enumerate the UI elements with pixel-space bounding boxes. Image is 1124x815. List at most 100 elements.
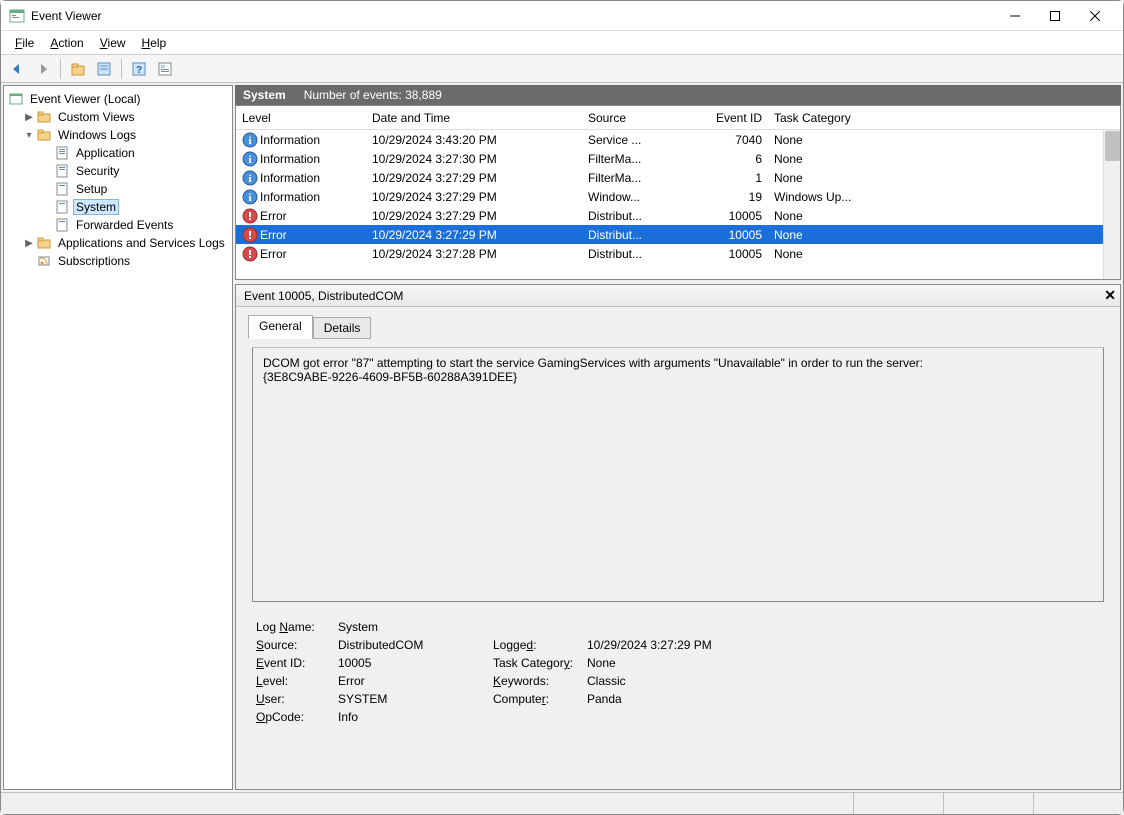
expand-icon[interactable]: ▶ (22, 112, 36, 123)
error-icon (242, 246, 258, 262)
cell-source: FilterMa... (582, 152, 682, 166)
log-icon (54, 145, 70, 161)
v-logname: System (338, 620, 1100, 634)
detail-close-button[interactable]: ✕ (1104, 287, 1116, 304)
k-level: Level: (256, 674, 338, 688)
folder-icon (36, 235, 52, 251)
tree-label: System (73, 199, 119, 215)
cell-task-category: None (768, 133, 1120, 147)
cell-level: Error (260, 209, 287, 223)
properties-button[interactable] (92, 58, 116, 80)
k-keywords: Keywords: (493, 674, 587, 688)
tree-root-label: Event Viewer (Local) (27, 92, 144, 106)
menu-action[interactable]: Action (44, 34, 89, 52)
subscriptions-icon (36, 253, 52, 269)
maximize-button[interactable] (1035, 2, 1075, 30)
detail-inner: DCOM got error "87" attempting to start … (248, 339, 1108, 777)
v-level: Error (338, 674, 493, 688)
event-row[interactable]: iInformation10/29/2024 3:27:29 PMWindow.… (236, 187, 1120, 206)
tree-label: Forwarded Events (73, 218, 176, 232)
col-level[interactable]: Level (236, 111, 366, 125)
k-opcode: OpCode: (256, 710, 338, 724)
tree-root[interactable]: Event Viewer (Local) (4, 90, 232, 108)
help-button[interactable]: ? (127, 58, 151, 80)
v-eventid: 10005 (338, 656, 493, 670)
detail-title-bar: Event 10005, DistributedCOM ✕ (236, 285, 1120, 307)
up-button[interactable] (66, 58, 90, 80)
nav-forward-button[interactable] (31, 58, 55, 80)
event-row[interactable]: Error10/29/2024 3:27:29 PMDistribut...10… (236, 206, 1120, 225)
cell-task-category: None (768, 209, 1120, 223)
col-event-id[interactable]: Event ID (682, 111, 768, 125)
v-user: SYSTEM (338, 692, 493, 706)
svg-text:i: i (248, 173, 251, 185)
tree-windows-logs[interactable]: ▾ Windows Logs (4, 126, 232, 144)
event-row[interactable]: iInformation10/29/2024 3:27:30 PMFilterM… (236, 149, 1120, 168)
collapse-icon[interactable]: ▾ (22, 130, 36, 141)
info-icon: i (242, 189, 258, 205)
tab-general[interactable]: General (248, 315, 313, 339)
refresh-button[interactable] (153, 58, 177, 80)
cell-task-category: None (768, 171, 1120, 185)
folder-icon (36, 109, 52, 125)
tree-subscriptions[interactable]: Subscriptions (4, 252, 232, 270)
list-header: System Number of events: 38,889 (235, 85, 1121, 105)
tree-application[interactable]: Application (4, 144, 232, 162)
svg-text:i: i (248, 192, 251, 204)
tree-forwarded[interactable]: Forwarded Events (4, 216, 232, 234)
info-icon: i (242, 132, 258, 148)
cell-level: Information (260, 171, 320, 185)
log-icon (54, 181, 70, 197)
error-icon (242, 208, 258, 224)
svg-text:?: ? (136, 65, 142, 76)
scrollbar[interactable] (1103, 130, 1120, 279)
grid-body[interactable]: iInformation10/29/2024 3:43:20 PMService… (236, 130, 1120, 279)
cell-level: Information (260, 190, 320, 204)
k-logname: Log Name: (256, 620, 338, 634)
tree-label: Subscriptions (55, 254, 133, 268)
scrollbar-thumb[interactable] (1105, 131, 1120, 161)
tree-pane[interactable]: Event Viewer (Local) ▶ Custom Views ▾ Wi… (3, 85, 233, 790)
event-row[interactable]: iInformation10/29/2024 3:43:20 PMService… (236, 130, 1120, 149)
k-taskcat: Task Category: (493, 656, 587, 670)
cell-event-id: 10005 (682, 209, 768, 223)
message-line: DCOM got error "87" attempting to start … (263, 356, 1093, 370)
statusbar-cell (1033, 793, 1123, 814)
cell-event-id: 10005 (682, 247, 768, 261)
tree-system[interactable]: System (4, 198, 232, 216)
k-computer: Computer: (493, 692, 587, 706)
svg-text:i: i (248, 154, 251, 166)
event-message[interactable]: DCOM got error "87" attempting to start … (252, 347, 1104, 602)
minimize-button[interactable] (995, 2, 1035, 30)
tree-apps-services[interactable]: ▶ Applications and Services Logs (4, 234, 232, 252)
cell-source: Window... (582, 190, 682, 204)
event-row[interactable]: Error10/29/2024 3:27:29 PMDistribut...10… (236, 225, 1120, 244)
menu-help[interactable]: Help (136, 34, 173, 52)
menu-file[interactable]: File (9, 34, 40, 52)
log-icon (54, 217, 70, 233)
col-date[interactable]: Date and Time (366, 111, 582, 125)
cell-task-category: Windows Up... (768, 190, 1120, 204)
menu-view[interactable]: View (94, 34, 132, 52)
nav-back-button[interactable] (5, 58, 29, 80)
tab-details[interactable]: Details (313, 317, 372, 339)
cell-date: 10/29/2024 3:27:30 PM (366, 152, 582, 166)
expand-icon[interactable]: ▶ (22, 238, 36, 249)
v-keywords: Classic (587, 674, 1100, 688)
event-row[interactable]: Error10/29/2024 3:27:28 PMDistribut...10… (236, 244, 1120, 263)
tree-security[interactable]: Security (4, 162, 232, 180)
cell-event-id: 19 (682, 190, 768, 204)
log-name-label: System (243, 88, 286, 102)
col-source[interactable]: Source (582, 111, 682, 125)
cell-source: Service ... (582, 133, 682, 147)
cell-task-category: None (768, 228, 1120, 242)
event-grid[interactable]: Level Date and Time Source Event ID Task… (235, 105, 1121, 280)
v-logged: 10/29/2024 3:27:29 PM (587, 638, 1100, 652)
col-task-category[interactable]: Task Category (768, 111, 1120, 125)
tree-setup[interactable]: Setup (4, 180, 232, 198)
tree-custom-views[interactable]: ▶ Custom Views (4, 108, 232, 126)
cell-event-id: 6 (682, 152, 768, 166)
event-row[interactable]: iInformation10/29/2024 3:27:29 PMFilterM… (236, 168, 1120, 187)
close-button[interactable] (1075, 2, 1115, 30)
message-line: {3E8C9ABE-9226-4609-BF5B-60288A391DEE} (263, 370, 1093, 384)
